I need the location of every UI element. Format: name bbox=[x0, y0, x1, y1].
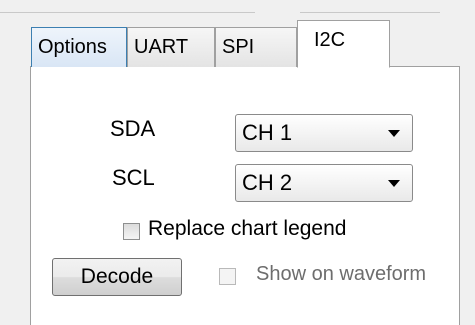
scl-label: SCL bbox=[112, 165, 155, 190]
tab-spi[interactable]: SPI bbox=[215, 27, 297, 67]
tab-uart[interactable]: UART bbox=[127, 27, 215, 67]
sda-channel-select[interactable]: CH 1 bbox=[235, 114, 413, 152]
scl-channel-select[interactable]: CH 2 bbox=[235, 164, 413, 202]
decode-button[interactable]: Decode bbox=[52, 258, 182, 296]
sda-selected-value: CH 1 bbox=[242, 120, 293, 145]
header-strip bbox=[0, 0, 475, 22]
replace-legend-label: Replace chart legend bbox=[148, 217, 347, 240]
show-on-waveform-checkbox[interactable] bbox=[219, 268, 236, 285]
protocol-decoder-window: Options UART SPI I2C SDA CH 1 SCL CH 2 R… bbox=[0, 0, 475, 325]
header-divider bbox=[0, 12, 255, 13]
tab-i2c[interactable]: I2C bbox=[297, 20, 390, 68]
header-divider bbox=[300, 12, 440, 13]
chevron-down-icon bbox=[388, 180, 400, 187]
scl-selected-value: CH 2 bbox=[242, 170, 293, 195]
replace-legend-checkbox[interactable] bbox=[123, 223, 140, 240]
sda-label: SDA bbox=[110, 116, 156, 141]
tab-options[interactable]: Options bbox=[31, 27, 127, 67]
chevron-down-icon bbox=[388, 130, 400, 137]
show-on-waveform-label: Show on waveform bbox=[256, 263, 427, 285]
